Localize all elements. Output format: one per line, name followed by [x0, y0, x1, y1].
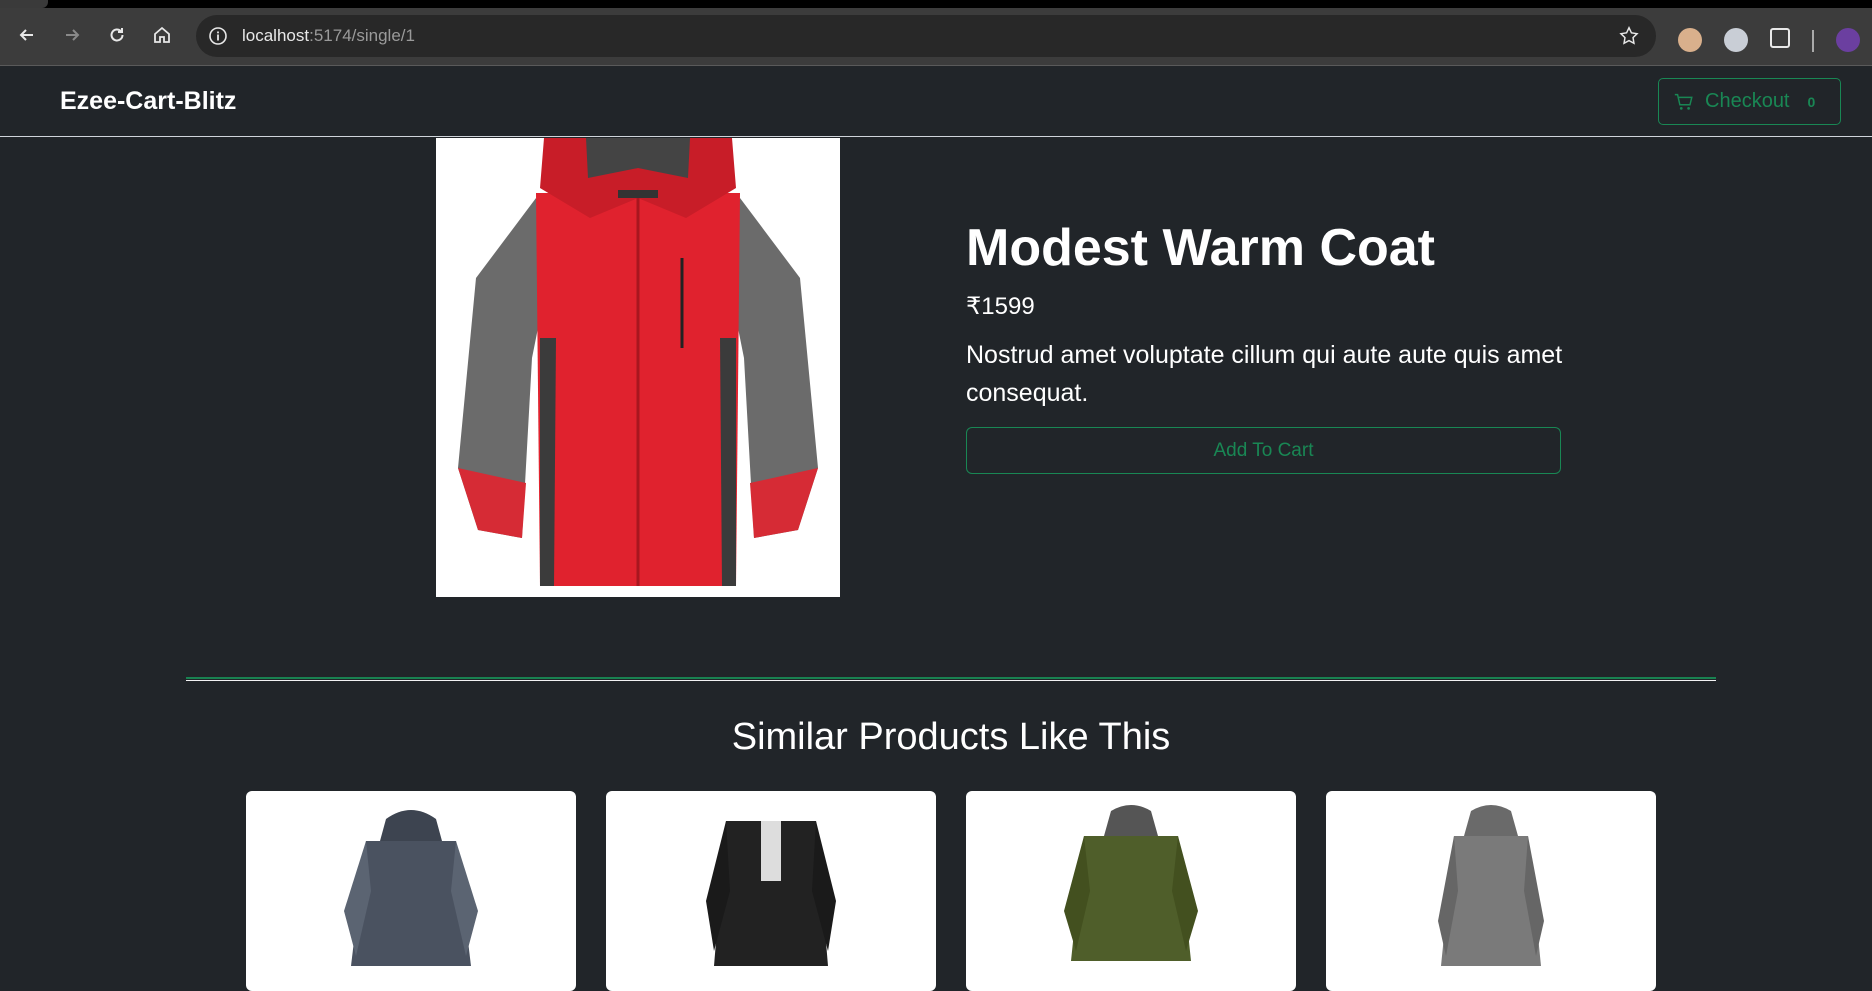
cart-count-badge: 0: [1807, 93, 1816, 110]
site-info-icon[interactable]: [208, 26, 228, 46]
similar-products-heading: Similar Products Like This: [731, 716, 1171, 758]
product-image: [436, 138, 840, 597]
cart-icon: [1674, 93, 1693, 110]
back-icon[interactable]: [14, 22, 40, 48]
forward-icon[interactable]: [59, 22, 85, 48]
browser-toolbar: localhost:5174/single/1: [0, 8, 1872, 66]
extensions-puzzle-icon[interactable]: [1770, 28, 1790, 48]
product-title: Modest Warm Coat: [966, 219, 1435, 277]
browser-tabstrip: [0, 0, 1872, 8]
product-thumbnail: [1438, 805, 1544, 966]
product-description: Nostrud amet voluptate cillum qui aute a…: [966, 341, 1563, 407]
checkout-label: Checkout: [1705, 90, 1790, 112]
product-price: ₹1599: [966, 293, 1035, 320]
product-thumbnail: [1064, 805, 1198, 961]
section-divider: [186, 677, 1716, 681]
similar-product-card[interactable]: [1326, 791, 1656, 991]
similar-product-card[interactable]: [966, 791, 1296, 991]
url-host: localhost: [242, 26, 310, 45]
bookmark-star-icon[interactable]: [1618, 25, 1640, 47]
reload-icon[interactable]: [104, 22, 130, 48]
toolbar-divider: [1812, 30, 1814, 52]
home-icon[interactable]: [149, 22, 175, 48]
brand-logo[interactable]: Ezee-Cart-Blitz: [60, 87, 236, 116]
address-bar[interactable]: localhost:5174/single/1: [196, 15, 1656, 57]
extension-robot-icon[interactable]: [1724, 28, 1748, 52]
add-to-cart-button[interactable]: Add To Cart: [966, 427, 1561, 474]
profile-avatar[interactable]: [1836, 28, 1860, 52]
app-navbar: Ezee-Cart-Blitz Checkout 0: [0, 67, 1872, 137]
url-text: localhost:5174/single/1: [242, 26, 415, 46]
checkout-button[interactable]: Checkout 0: [1658, 78, 1841, 125]
similar-product-card[interactable]: [246, 791, 576, 991]
similar-product-card[interactable]: [606, 791, 936, 991]
extension-avatar-icon[interactable]: [1678, 28, 1702, 52]
product-thumbnail: [344, 810, 478, 966]
product-thumbnail: [706, 821, 836, 966]
url-path: :5174/single/1: [309, 26, 415, 45]
tab-edge: [0, 0, 48, 8]
